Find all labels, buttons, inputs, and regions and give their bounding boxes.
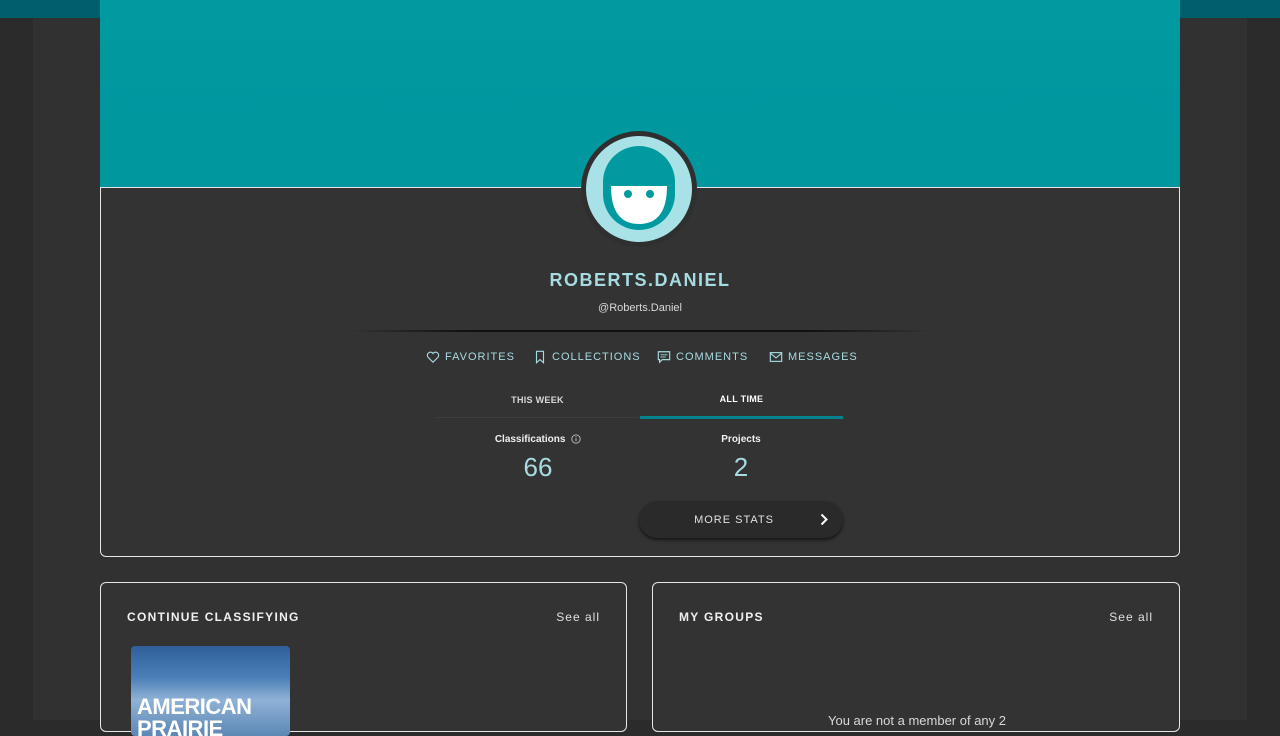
projects-value: 2 xyxy=(733,452,749,482)
classifications-label: Classifications xyxy=(438,434,638,445)
tab-all-time[interactable]: ALL TIME xyxy=(640,386,843,419)
profile-handle: @Roberts.Daniel xyxy=(598,302,682,314)
nav-collections[interactable]: COLLECTIONS xyxy=(533,350,641,364)
my-groups-title: MY GROUPS xyxy=(679,610,764,624)
continue-classifying-card: CONTINUE CLASSIFYING See all AMERICAN PR… xyxy=(100,582,627,736)
envelope-icon xyxy=(769,352,783,362)
nav-favorites[interactable]: FAVORITES xyxy=(426,350,515,364)
chevron-right-icon xyxy=(820,513,828,526)
nav-messages-label: MESSAGES xyxy=(788,351,858,363)
nav-messages[interactable]: MESSAGES xyxy=(769,350,858,364)
avatar xyxy=(581,131,697,247)
stats-tabs: THIS WEEK ALL TIME xyxy=(436,386,843,419)
classifications-label-text: Classifications xyxy=(494,434,566,445)
my-groups-empty-message: You are not a member of any 2 xyxy=(827,713,1007,728)
my-groups-card: MY GROUPS See all You are not a member o… xyxy=(652,582,1180,732)
comment-icon xyxy=(657,351,671,364)
more-stats-label: MORE STATS xyxy=(694,514,774,526)
continue-classifying-title: CONTINUE CLASSIFYING xyxy=(127,610,300,624)
heart-icon xyxy=(426,351,440,364)
nav-comments-label: COMMENTS xyxy=(676,351,749,363)
divider xyxy=(350,330,930,332)
project-thumbnail-text: AMERICAN PRAIRIE xyxy=(137,694,252,736)
nav-comments[interactable]: COMMENTS xyxy=(657,350,748,364)
info-icon[interactable] xyxy=(571,434,581,445)
continue-classifying-see-all[interactable]: See all xyxy=(556,610,600,624)
zooniverse-face-icon xyxy=(603,146,675,230)
projects-label: Projects xyxy=(721,434,761,445)
more-stats-button[interactable]: MORE STATS xyxy=(639,501,843,538)
tab-this-week[interactable]: THIS WEEK xyxy=(436,387,639,418)
project-thumbnail[interactable]: AMERICAN PRAIRIE xyxy=(131,646,290,736)
nav-favorites-label: FAVORITES xyxy=(445,351,515,363)
classifications-value: 66 xyxy=(523,452,553,482)
bookmark-icon xyxy=(535,350,545,364)
nav-collections-label: COLLECTIONS xyxy=(552,351,641,363)
profile-nav: FAVORITES COLLECTIONS COMMENTS MESSAGES xyxy=(0,350,1280,366)
profile-display-name: ROBERTS.DANIEL xyxy=(549,270,731,290)
my-groups-see-all[interactable]: See all xyxy=(1109,610,1153,624)
